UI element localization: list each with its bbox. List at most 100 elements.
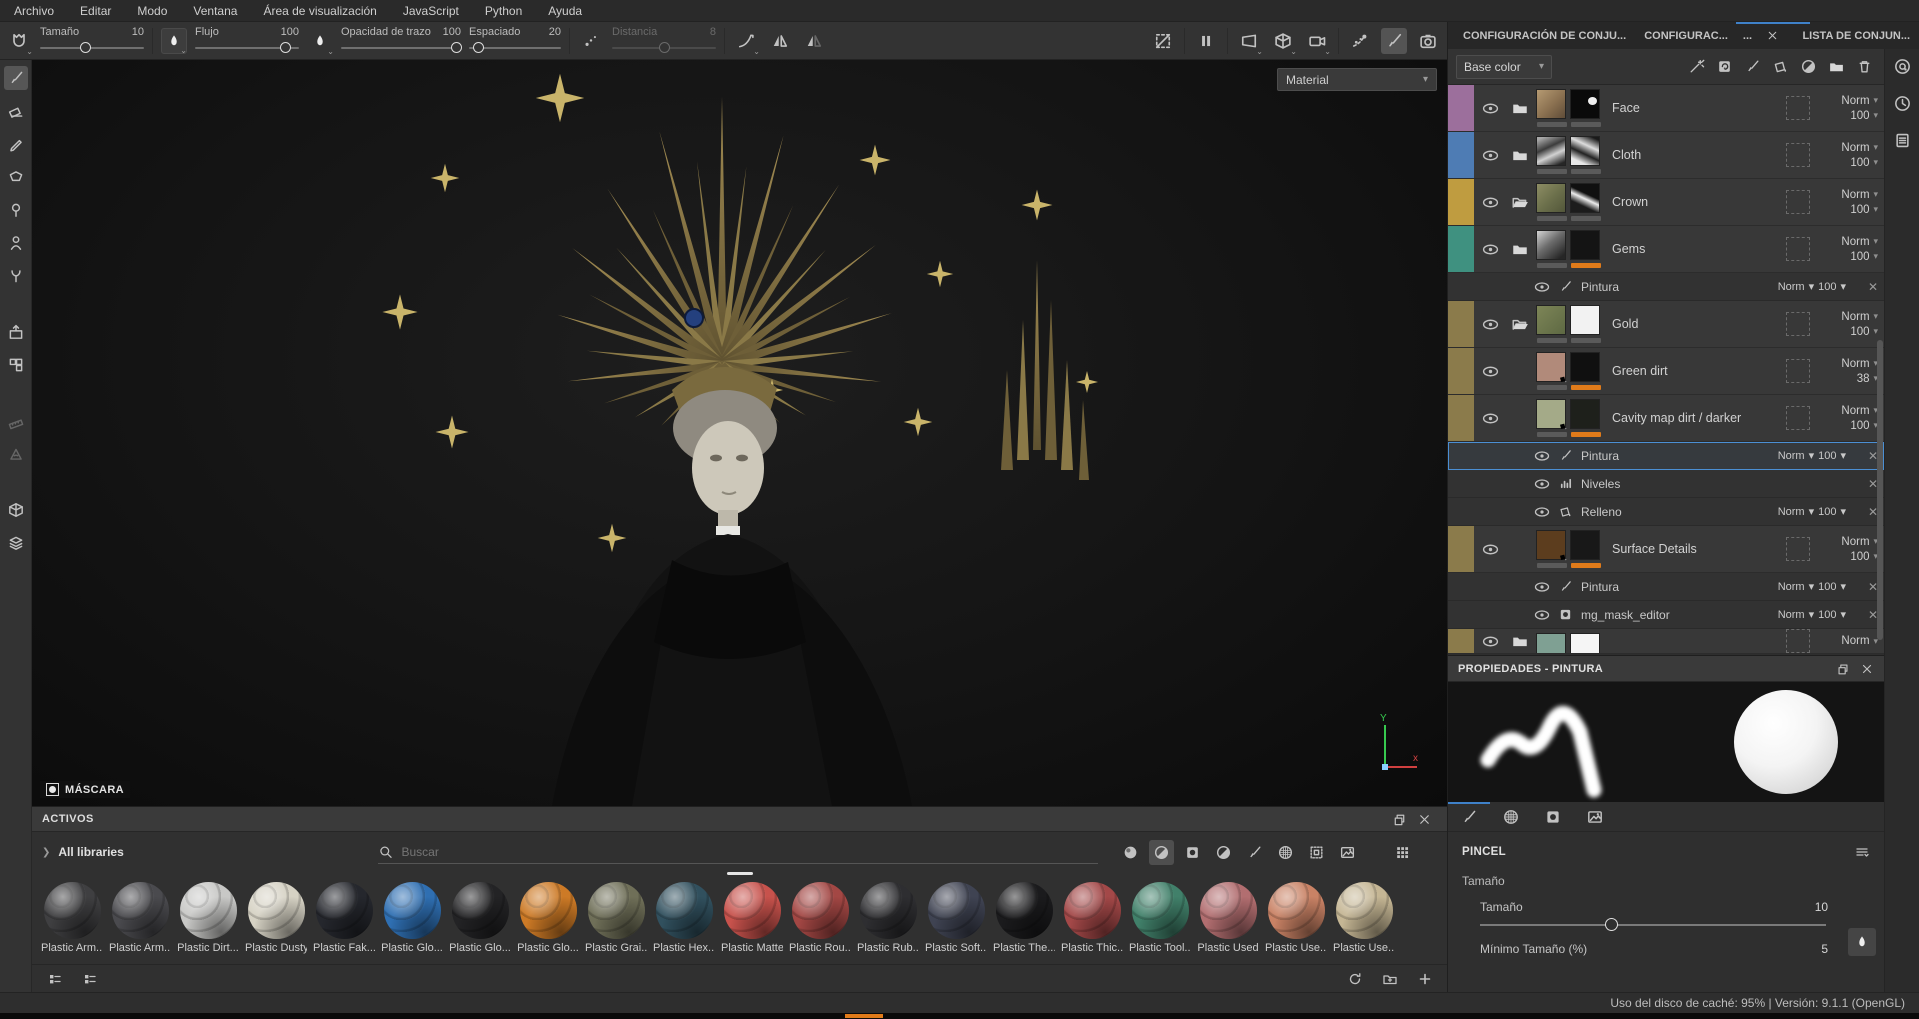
- resources-tool[interactable]: [4, 353, 28, 377]
- material-item[interactable]: Plastic Fak...: [312, 876, 376, 954]
- size-param-value[interactable]: 10: [1798, 900, 1828, 914]
- layer-name[interactable]: Gems: [1602, 226, 1786, 272]
- layer-name[interactable]: [1602, 629, 1786, 653]
- layer-name[interactable]: Cloth: [1602, 132, 1786, 178]
- list-view-icon[interactable]: [42, 966, 67, 991]
- layer-content-thumbnail[interactable]: [1536, 399, 1566, 429]
- add-group-folder-icon[interactable]: [1824, 55, 1848, 79]
- effect-name[interactable]: Niveles: [1581, 477, 1854, 491]
- grid-view-icon[interactable]: [1390, 840, 1415, 865]
- filter-smart-materials-icon[interactable]: [1149, 840, 1174, 865]
- layer-mask-thumbnail[interactable]: [1570, 399, 1600, 429]
- visibility-eye-icon[interactable]: [1534, 448, 1550, 464]
- visibility-eye-icon[interactable]: [1474, 629, 1506, 653]
- folder-closed-icon[interactable]: [1506, 226, 1534, 272]
- filter-materials-icon[interactable]: [1118, 840, 1143, 865]
- effect-row-niveles[interactable]: Niveles ✕: [1448, 470, 1884, 498]
- material-item[interactable]: Plastic Soft...: [924, 876, 988, 954]
- effect-row-pintura[interactable]: Pintura Norm▾100▾ ✕: [1448, 273, 1884, 301]
- blend-mode-dropdown[interactable]: Norm▾: [1820, 189, 1878, 201]
- material-item[interactable]: Plastic Matte: [720, 876, 784, 954]
- opacity-dropdown[interactable]: 100▾: [1820, 157, 1878, 169]
- eraser-tool[interactable]: [4, 99, 28, 123]
- size-slider[interactable]: Tamaño10: [40, 26, 144, 56]
- opacity-dropdown[interactable]: 100▾: [1820, 110, 1878, 122]
- opacity-dropdown[interactable]: 100▾: [1820, 251, 1878, 263]
- channel-selector[interactable]: Base color ▾: [1456, 55, 1552, 79]
- detail-view-icon[interactable]: [77, 966, 102, 991]
- layer-color-tag[interactable]: [1448, 301, 1474, 347]
- delete-layer-trash-icon[interactable]: [1852, 55, 1876, 79]
- layer-content-thumbnail[interactable]: [1536, 136, 1566, 166]
- blend-mode-dropdown[interactable]: Norm▾: [1820, 95, 1878, 107]
- spacing-value[interactable]: 20: [549, 26, 561, 38]
- layers-scrollbar[interactable]: [1877, 340, 1883, 640]
- material-item[interactable]: Plastic Glo...: [380, 876, 444, 954]
- search-input[interactable]: [401, 845, 1098, 859]
- material-item[interactable]: Plastic The...: [992, 876, 1056, 954]
- polygon-fill-tool[interactable]: [4, 165, 28, 189]
- layer-color-tag[interactable]: [1448, 179, 1474, 225]
- layer-row-cavity-map[interactable]: Cavity map dirt / darker Norm▾ 100▾: [1448, 395, 1884, 442]
- layer-content-thumbnail[interactable]: [1536, 352, 1566, 382]
- visibility-eye-icon[interactable]: [1534, 279, 1550, 295]
- tab-brush-icon[interactable]: [1448, 802, 1490, 831]
- folder-closed-icon[interactable]: [1506, 629, 1534, 653]
- pause-engine-button[interactable]: [1193, 28, 1219, 54]
- layer-stack-tool[interactable]: [4, 531, 28, 555]
- filter-filters-icon[interactable]: [1211, 840, 1236, 865]
- material-item[interactable]: Plastic Grai...: [584, 876, 648, 954]
- filter-procedurals-icon[interactable]: [1304, 840, 1329, 865]
- layer-color-tag[interactable]: [1448, 132, 1474, 178]
- visibility-eye-icon[interactable]: [1474, 301, 1506, 347]
- visibility-eye-icon[interactable]: [1474, 132, 1506, 178]
- layer-content-thumbnail[interactable]: [1536, 633, 1566, 654]
- stroke-opacity-slider[interactable]: Opacidad de trazo100: [341, 26, 461, 56]
- tab-stencil-icon[interactable]: [1532, 802, 1574, 831]
- brush-presets-menu-icon[interactable]: [1854, 844, 1870, 860]
- blend-mode-dropdown[interactable]: Norm▾: [1820, 142, 1878, 154]
- layer-mask-thumbnail[interactable]: [1570, 633, 1600, 654]
- layer-name[interactable]: Green dirt: [1602, 348, 1786, 394]
- menu-ayuda[interactable]: Ayuda: [548, 4, 582, 18]
- layer-color-tag[interactable]: [1448, 226, 1474, 272]
- tool-settings-icon[interactable]: [1893, 57, 1912, 76]
- material-item[interactable]: Plastic Rou...: [788, 876, 852, 954]
- layer-color-tag[interactable]: [1448, 348, 1474, 394]
- size-value[interactable]: 10: [132, 26, 144, 38]
- material-item[interactable]: Plastic Use...: [1264, 876, 1328, 954]
- layer-color-tag[interactable]: [1448, 629, 1474, 653]
- 3d-viewport[interactable]: Material ▾ MÁSCARA Y x: [32, 60, 1447, 806]
- tab-grayscale-icon[interactable]: [1574, 802, 1616, 831]
- alpha-stamp-button[interactable]: ⌄: [6, 28, 32, 54]
- layer-mask-thumbnail[interactable]: [1570, 530, 1600, 560]
- layer-content-thumbnail[interactable]: [1536, 530, 1566, 560]
- layer-row-cloth[interactable]: Cloth Norm▾ 100▾: [1448, 132, 1884, 179]
- material-item[interactable]: Plastic Used: [1196, 876, 1260, 954]
- tab-texture-set-list[interactable]: LISTA DE CONJUN...: [1793, 22, 1919, 49]
- visibility-eye-icon[interactable]: [1474, 85, 1506, 131]
- layer-name[interactable]: Gold: [1602, 301, 1786, 347]
- add-smart-material-icon[interactable]: [1712, 55, 1736, 79]
- blend-mode-dropdown[interactable]: Norm▾100▾: [1778, 608, 1854, 621]
- texture-set-list-icon[interactable]: [1893, 131, 1912, 150]
- spacing-slider[interactable]: Espaciado20: [469, 26, 561, 56]
- filter-environments-icon[interactable]: [1335, 840, 1360, 865]
- size-pressure-button[interactable]: [1848, 928, 1876, 956]
- paint-brush-tool[interactable]: [4, 66, 28, 90]
- menu-ventana[interactable]: Ventana: [193, 4, 237, 18]
- layer-name[interactable]: Surface Details: [1602, 526, 1786, 572]
- falloff-curve-button[interactable]: ⌄: [733, 28, 759, 54]
- stroke-opacity-value[interactable]: 100: [443, 26, 461, 38]
- properties-restore-panel-icon[interactable]: [1836, 662, 1850, 676]
- tab-texture-set-settings[interactable]: CONFIGURACIÓN DE CONJU...: [1454, 22, 1635, 49]
- tab-display-settings[interactable]: CONFIGURAC...: [1635, 22, 1737, 49]
- menu-modo[interactable]: Modo: [137, 4, 167, 18]
- effect-row-mg-mask-editor[interactable]: mg_mask_editor Norm▾100▾ ✕: [1448, 601, 1884, 629]
- add-smart-mask-icon[interactable]: [1796, 55, 1820, 79]
- effect-name[interactable]: mg_mask_editor: [1581, 608, 1770, 622]
- assets-restore-panel-icon[interactable]: [1387, 807, 1412, 832]
- blend-mode-dropdown[interactable]: Norm▾: [1820, 236, 1878, 248]
- smudge-tool[interactable]: [4, 198, 28, 222]
- opacity-dropdown[interactable]: 100▾: [1820, 420, 1878, 432]
